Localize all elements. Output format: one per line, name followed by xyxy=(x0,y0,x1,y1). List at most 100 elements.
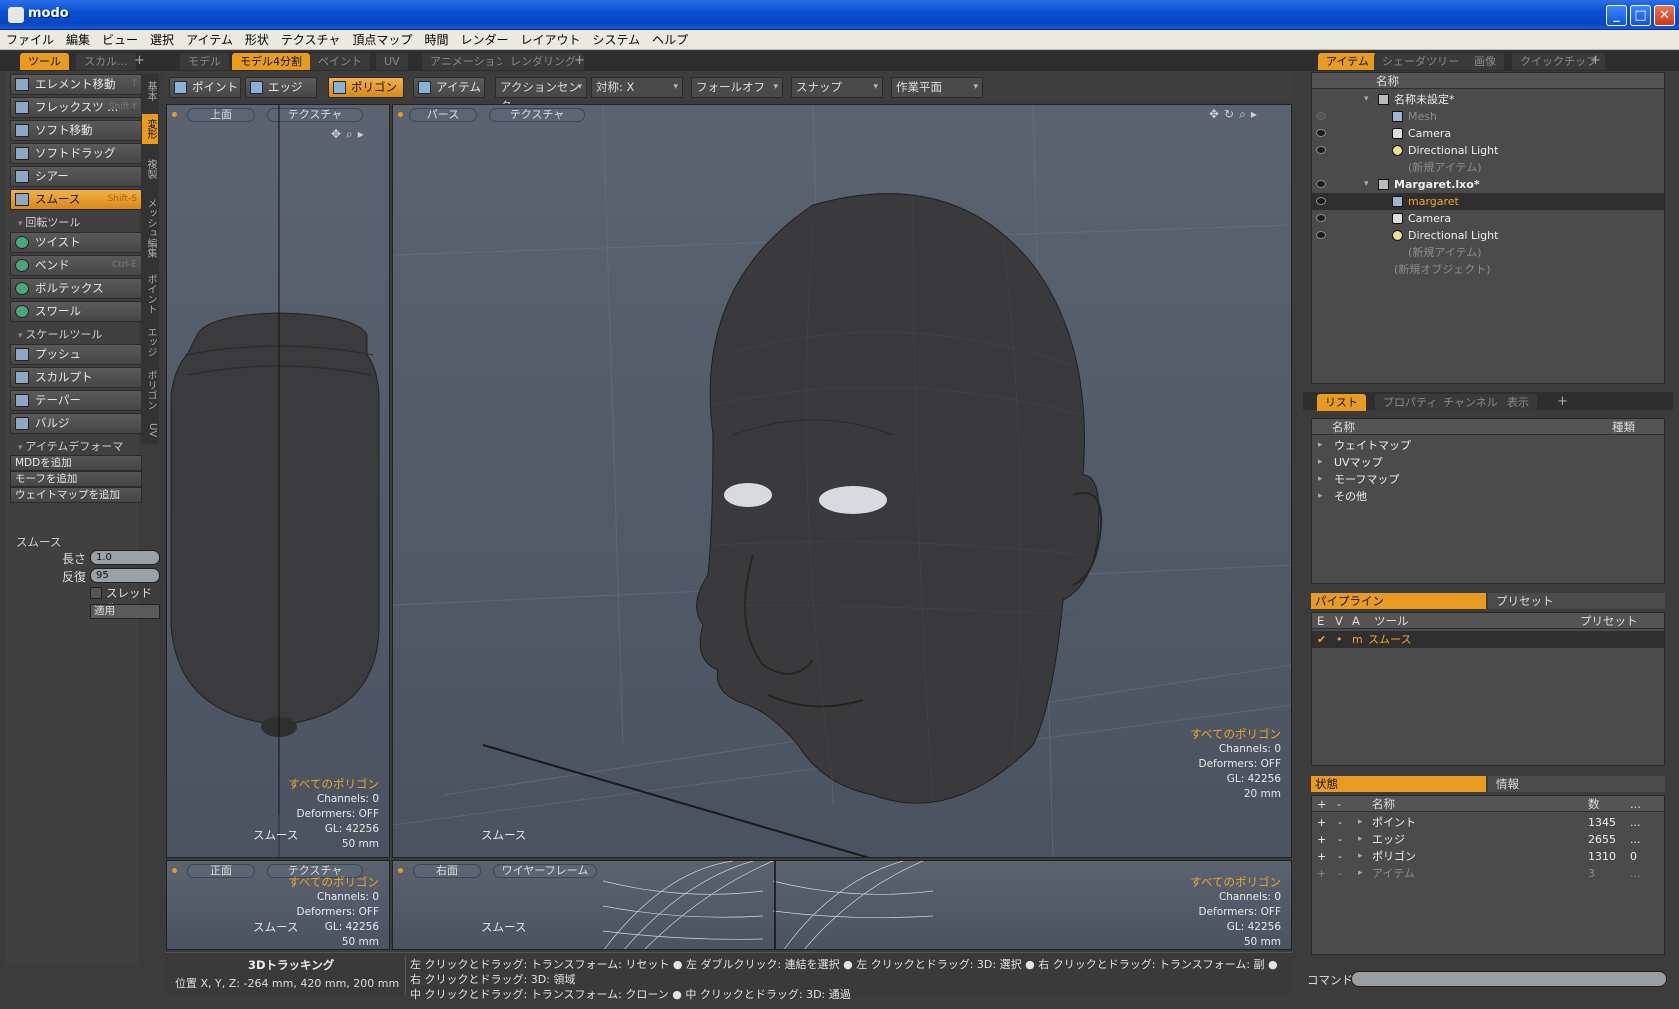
tool-taper[interactable]: テーパー xyxy=(10,390,142,411)
item-row[interactable]: margaret xyxy=(1312,193,1664,210)
vtab-basic[interactable]: 基本 xyxy=(142,76,158,106)
list-item[interactable]: ▸ モーフマップ xyxy=(1312,471,1664,488)
item-row[interactable]: Directional Light xyxy=(1312,142,1664,159)
vtab-point[interactable]: ポイント xyxy=(142,270,158,318)
thread-checkbox[interactable] xyxy=(90,587,102,599)
item-row[interactable]: (新規オブジェクト) xyxy=(1312,261,1664,278)
visibility-eye-icon[interactable] xyxy=(1316,129,1326,137)
stats-row[interactable]: + - ▸ ポイント 1345... xyxy=(1312,814,1664,831)
remove-selection-icon[interactable]: - xyxy=(1338,865,1342,882)
tool-shear[interactable]: シアー xyxy=(10,166,142,187)
menu-file[interactable]: ファイル xyxy=(0,30,60,50)
tool-bulge[interactable]: バルジ xyxy=(10,413,142,434)
minimize-button[interactable]: _ xyxy=(1606,5,1627,26)
tab-display[interactable]: 表示 xyxy=(1499,394,1537,411)
add-weightmap-button[interactable]: ウェイトマップを追加 xyxy=(10,487,142,503)
visibility-eye-icon[interactable] xyxy=(1316,231,1326,239)
mode-edge-button[interactable]: エッジ xyxy=(245,77,317,98)
tab-preset[interactable]: プリセット xyxy=(1488,593,1665,609)
viewport-shading-button[interactable]: ワイヤーフレーム xyxy=(493,864,597,878)
add-selection-icon[interactable]: + xyxy=(1317,848,1326,865)
scale-tools-section[interactable]: スケールツール xyxy=(18,326,102,342)
menu-texture[interactable]: テクスチャ xyxy=(275,30,347,50)
stats-row[interactable]: + - ▸ ポリゴン 1310 0 xyxy=(1312,848,1664,865)
viewport-top[interactable]: 上面 テクスチャ ✥⌕▸ すべてのポリゴン Channels: 0 Deform… xyxy=(166,104,390,858)
viewport-menu-icon[interactable] xyxy=(172,868,177,873)
tool-smooth[interactable]: スムース Shift-S xyxy=(10,189,142,210)
item-row[interactable]: ▾ Margaret.lxo* xyxy=(1312,176,1664,193)
menu-select[interactable]: 選択 xyxy=(144,30,180,50)
tool-flex[interactable]: フレックスツ ... Shift-Y xyxy=(10,97,142,118)
tab-status[interactable]: 状態 xyxy=(1311,776,1486,792)
tab-sculpt[interactable]: スカル... xyxy=(76,53,136,70)
add-selection-icon[interactable]: + xyxy=(1317,865,1326,882)
item-row[interactable]: (新規アイテム) xyxy=(1312,244,1664,261)
item-row[interactable]: ▾ 名称未設定* xyxy=(1312,91,1664,108)
tool-swirl[interactable]: スワール xyxy=(10,301,142,322)
add-selection-icon[interactable]: + xyxy=(1317,831,1326,848)
deformer-section[interactable]: アイテムデフォーマ xyxy=(18,438,123,454)
collapse-icon[interactable]: ▾ xyxy=(1364,176,1369,193)
close-button[interactable]: ✕ xyxy=(1654,5,1675,26)
tab-paint[interactable]: ペイント xyxy=(310,53,370,70)
mode-item-button[interactable]: アイテム xyxy=(413,77,485,98)
expand-icon[interactable]: ▸ xyxy=(1358,865,1363,882)
action-center-dropdown[interactable]: アクションセンター xyxy=(495,77,587,113)
menu-time[interactable]: 時間 xyxy=(418,30,454,50)
remove-selection-icon[interactable]: - xyxy=(1338,848,1342,865)
visibility-eye-icon[interactable] xyxy=(1316,197,1326,205)
expand-icon[interactable]: ▸ xyxy=(1358,814,1363,831)
tool-soft-drag[interactable]: ソフトドラッグ xyxy=(10,143,142,164)
vtab-polygon[interactable]: ポリゴン xyxy=(142,366,158,414)
add-panel-tab-icon[interactable]: + xyxy=(1590,53,1601,68)
tab-channels[interactable]: チャンネル xyxy=(1435,394,1506,411)
viewport-view-button[interactable]: 右面 xyxy=(413,864,481,878)
list-item[interactable]: ▸ UVマップ xyxy=(1312,454,1664,471)
vtab-deform[interactable]: 変形 xyxy=(142,114,158,144)
visibility-eye-icon[interactable] xyxy=(1316,146,1326,154)
tool-element-move[interactable]: エレメント移動 T xyxy=(10,74,142,95)
item-row[interactable]: Camera xyxy=(1312,125,1664,142)
snap-dropdown[interactable]: スナップ xyxy=(791,77,883,98)
viewport-perspective[interactable]: パース テクスチャ ✥↻⌕▸ すべてのポリゴン Channels: 0 Defo… xyxy=(392,104,1292,858)
tab-info[interactable]: 情報 xyxy=(1488,776,1665,792)
menu-help[interactable]: ヘルプ xyxy=(646,30,694,50)
menu-item[interactable]: アイテム xyxy=(180,30,239,50)
add-mdd-button[interactable]: MDDを追加 xyxy=(10,455,142,471)
maximize-button[interactable]: □ xyxy=(1630,5,1651,26)
collapse-icon[interactable]: ▾ xyxy=(1364,91,1369,108)
tab-images[interactable]: 画像 xyxy=(1466,53,1504,70)
item-row[interactable]: Mesh xyxy=(1312,108,1664,125)
item-row[interactable]: Camera xyxy=(1312,210,1664,227)
expand-icon[interactable]: ▸ xyxy=(1358,848,1363,865)
command-input[interactable] xyxy=(1351,971,1667,987)
list-item[interactable]: ▸ ウェイトマップ xyxy=(1312,437,1664,454)
pipeline-row[interactable]: ✔ • m スムース xyxy=(1312,631,1664,648)
vtab-duplicate[interactable]: 複製 xyxy=(142,154,158,184)
menu-geometry[interactable]: 形状 xyxy=(239,30,275,50)
rotate-tools-section[interactable]: 回転ツール xyxy=(18,214,80,230)
tool-sculpt[interactable]: スカルプト xyxy=(10,367,142,388)
visible-dot-icon[interactable]: • xyxy=(1336,631,1343,648)
mode-polygon-button[interactable]: ポリゴン xyxy=(328,77,404,98)
tab-animation[interactable]: アニメーション xyxy=(422,53,515,70)
remove-selection-icon[interactable]: - xyxy=(1338,831,1342,848)
stats-row[interactable]: + - ▸ アイテム 3... xyxy=(1312,865,1664,882)
tab-model-quad[interactable]: モデル4分割 xyxy=(232,53,310,70)
stats-row[interactable]: + - ▸ エッジ 2655... xyxy=(1312,831,1664,848)
visibility-eye-icon[interactable] xyxy=(1316,112,1326,120)
visibility-eye-icon[interactable] xyxy=(1316,214,1326,222)
vtab-edge[interactable]: エッジ xyxy=(142,324,158,360)
tool-soft-move[interactable]: ソフト移動 xyxy=(10,120,142,141)
tool-push[interactable]: プッシュ xyxy=(10,344,142,365)
list-item[interactable]: ▸ その他 xyxy=(1312,488,1664,505)
workplane-dropdown[interactable]: 作業平面 xyxy=(891,77,983,98)
item-row[interactable]: Directional Light xyxy=(1312,227,1664,244)
expand-icon[interactable]: ▸ xyxy=(1318,437,1323,454)
enabled-check-icon[interactable]: ✔ xyxy=(1317,631,1326,648)
tab-pipeline[interactable]: パイプライン xyxy=(1311,593,1486,609)
menu-render[interactable]: レンダー xyxy=(454,30,514,50)
tab-model[interactable]: モデル xyxy=(180,53,229,70)
viewport-menu-icon[interactable] xyxy=(398,868,403,873)
add-layout-tab-icon[interactable]: + xyxy=(574,53,585,68)
